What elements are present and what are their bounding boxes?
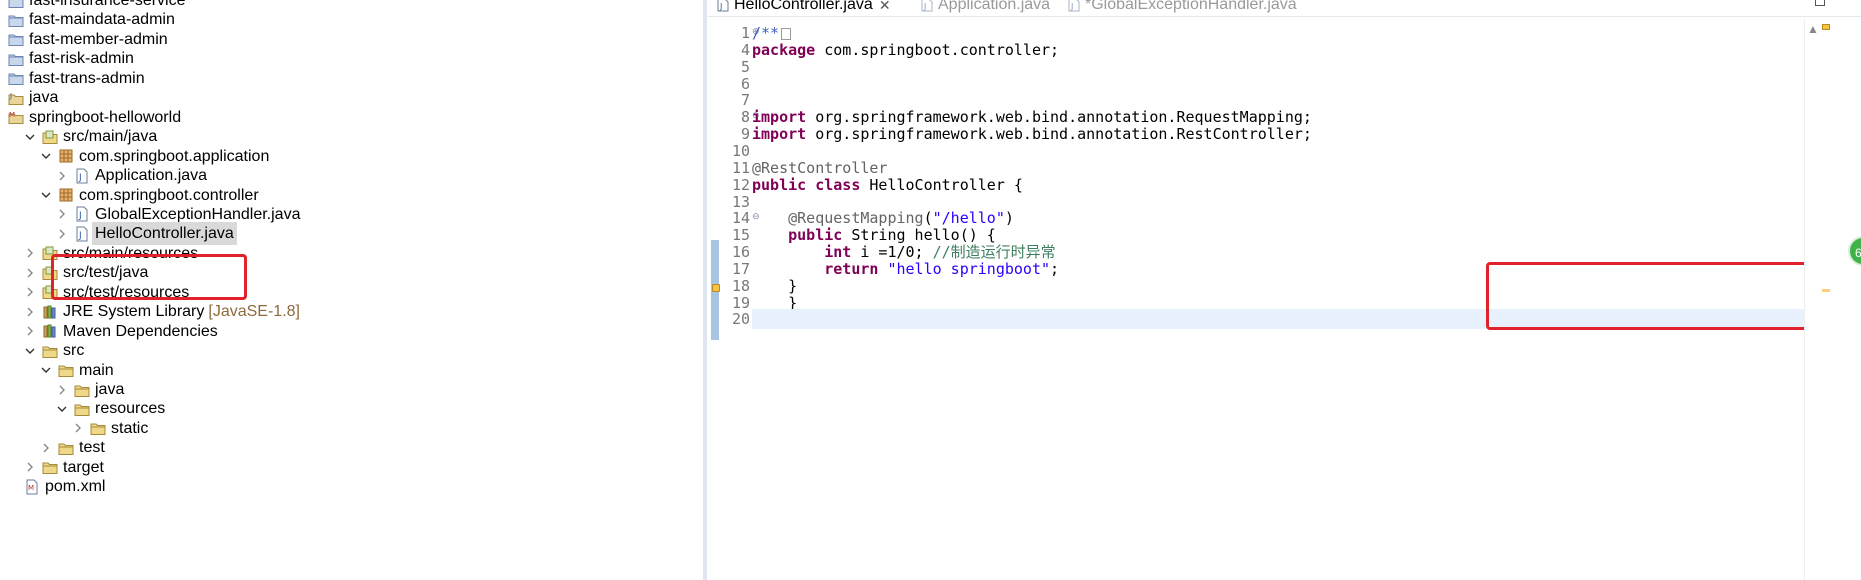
java-file-icon: J xyxy=(74,206,90,222)
java-project-icon: J xyxy=(8,90,24,106)
svg-text:J: J xyxy=(719,2,722,11)
svg-text:M: M xyxy=(28,484,34,492)
chevron-right-icon[interactable] xyxy=(24,325,36,337)
close-icon[interactable]: ✕ xyxy=(878,0,892,16)
svg-text:J: J xyxy=(78,173,82,183)
chevron-right-icon[interactable] xyxy=(24,461,36,473)
tree-item-suffix: [JavaSE-1.8] xyxy=(208,303,300,321)
chevron-down-icon[interactable] xyxy=(40,150,52,162)
svg-text:J: J xyxy=(1070,2,1073,11)
folder-icon xyxy=(58,362,74,378)
chevron-right-icon[interactable] xyxy=(24,286,36,298)
library-icon xyxy=(42,304,58,320)
chevron-right-icon[interactable] xyxy=(72,422,84,434)
editor-tab-bar: J HelloController.java ✕ J Application.j… xyxy=(708,0,1861,17)
tree-item[interactable]: Mpom.xml xyxy=(24,475,105,498)
maven-project-icon: M xyxy=(8,109,24,125)
chevron-right-icon[interactable] xyxy=(24,267,36,279)
folder-icon xyxy=(90,420,106,436)
collapsed-comment-icon[interactable] xyxy=(781,27,792,40)
chevron-down-icon[interactable] xyxy=(56,403,68,415)
tab-label: Application.java xyxy=(938,0,1051,13)
overview-line-marker[interactable] xyxy=(1822,289,1830,292)
folder-icon xyxy=(42,459,58,475)
chevron-right-icon[interactable] xyxy=(24,306,36,318)
chevron-right-icon[interactable] xyxy=(40,442,52,454)
project-folder-icon xyxy=(8,70,24,86)
code-area[interactable]: /** package com.springboot.controller; imp… xyxy=(752,20,1812,580)
project-folder-icon xyxy=(8,0,24,9)
svg-text:J: J xyxy=(78,231,82,241)
warning-icon[interactable] xyxy=(712,284,720,292)
scroll-up-icon[interactable]: ▲ xyxy=(1804,20,1822,38)
tab-application[interactable]: J Application.java xyxy=(920,0,1050,16)
overview-warning-marker[interactable] xyxy=(1822,24,1830,30)
java-file-icon: J xyxy=(74,168,90,184)
tab-label: HelloController.java xyxy=(734,0,873,13)
java-file-icon: J xyxy=(1067,0,1081,12)
package-icon xyxy=(58,187,74,203)
tab-global-exception-handler[interactable]: J *GlobalExceptionHandler.java xyxy=(1067,0,1297,16)
project-folder-icon xyxy=(8,51,24,67)
code-editor: J HelloController.java ✕ J Application.j… xyxy=(708,0,1861,580)
project-folder-icon xyxy=(8,31,24,47)
chevron-right-icon[interactable] xyxy=(56,208,68,220)
svg-text:J: J xyxy=(923,2,926,11)
chevron-right-icon[interactable] xyxy=(56,384,68,396)
source-folder-icon xyxy=(42,129,58,145)
chevron-right-icon[interactable] xyxy=(24,247,36,259)
source-folder-icon xyxy=(42,284,58,300)
package-icon xyxy=(58,148,74,164)
source-folder-icon xyxy=(42,245,58,261)
tree-item-label: static xyxy=(111,419,149,437)
svg-text:M: M xyxy=(9,111,15,119)
ide-window: fast-insurance-service fast-maindata-admi… xyxy=(0,0,1861,580)
chevron-down-icon[interactable] xyxy=(24,345,36,357)
line-number-gutter: 1 ⊕ 4 5 6 7 8 ⊖ 9 10 11 12 13 14 ⊖ 15 16 17 18 19 20 xyxy=(720,20,760,580)
java-file-icon: J xyxy=(716,0,730,12)
chevron-down-icon[interactable] xyxy=(40,364,52,376)
chevron-down-icon[interactable] xyxy=(40,189,52,201)
chevron-right-icon[interactable] xyxy=(56,228,68,240)
chevron-down-icon[interactable] xyxy=(24,131,36,143)
vertical-scrollbar[interactable] xyxy=(1804,20,1823,580)
folder-icon xyxy=(58,440,74,456)
code-line[interactable] xyxy=(752,309,1812,330)
tab-hello-controller[interactable]: J HelloController.java ✕ xyxy=(716,0,892,16)
svg-text:J: J xyxy=(9,92,12,100)
tree-item-label: Maven Dependencies xyxy=(63,322,218,340)
source-folder-icon xyxy=(42,265,58,281)
folder-icon xyxy=(42,343,58,359)
project-folder-icon xyxy=(8,12,24,28)
svg-text:J: J xyxy=(78,211,82,221)
java-file-icon: J xyxy=(74,226,90,242)
tab-label: *GlobalExceptionHandler.java xyxy=(1085,0,1297,13)
pane-divider[interactable] xyxy=(703,0,707,580)
folder-icon xyxy=(74,382,90,398)
tree-item-label: pom.xml xyxy=(45,478,106,496)
project-explorer: fast-insurance-service fast-maindata-admi… xyxy=(0,0,700,580)
line-number: 20 xyxy=(731,310,750,329)
chevron-right-icon[interactable] xyxy=(56,170,68,182)
maximize-icon[interactable] xyxy=(1815,0,1825,6)
folder-icon xyxy=(74,401,90,417)
xml-file-icon: M xyxy=(24,479,40,495)
java-file-icon: J xyxy=(920,0,934,12)
library-icon xyxy=(42,323,58,339)
